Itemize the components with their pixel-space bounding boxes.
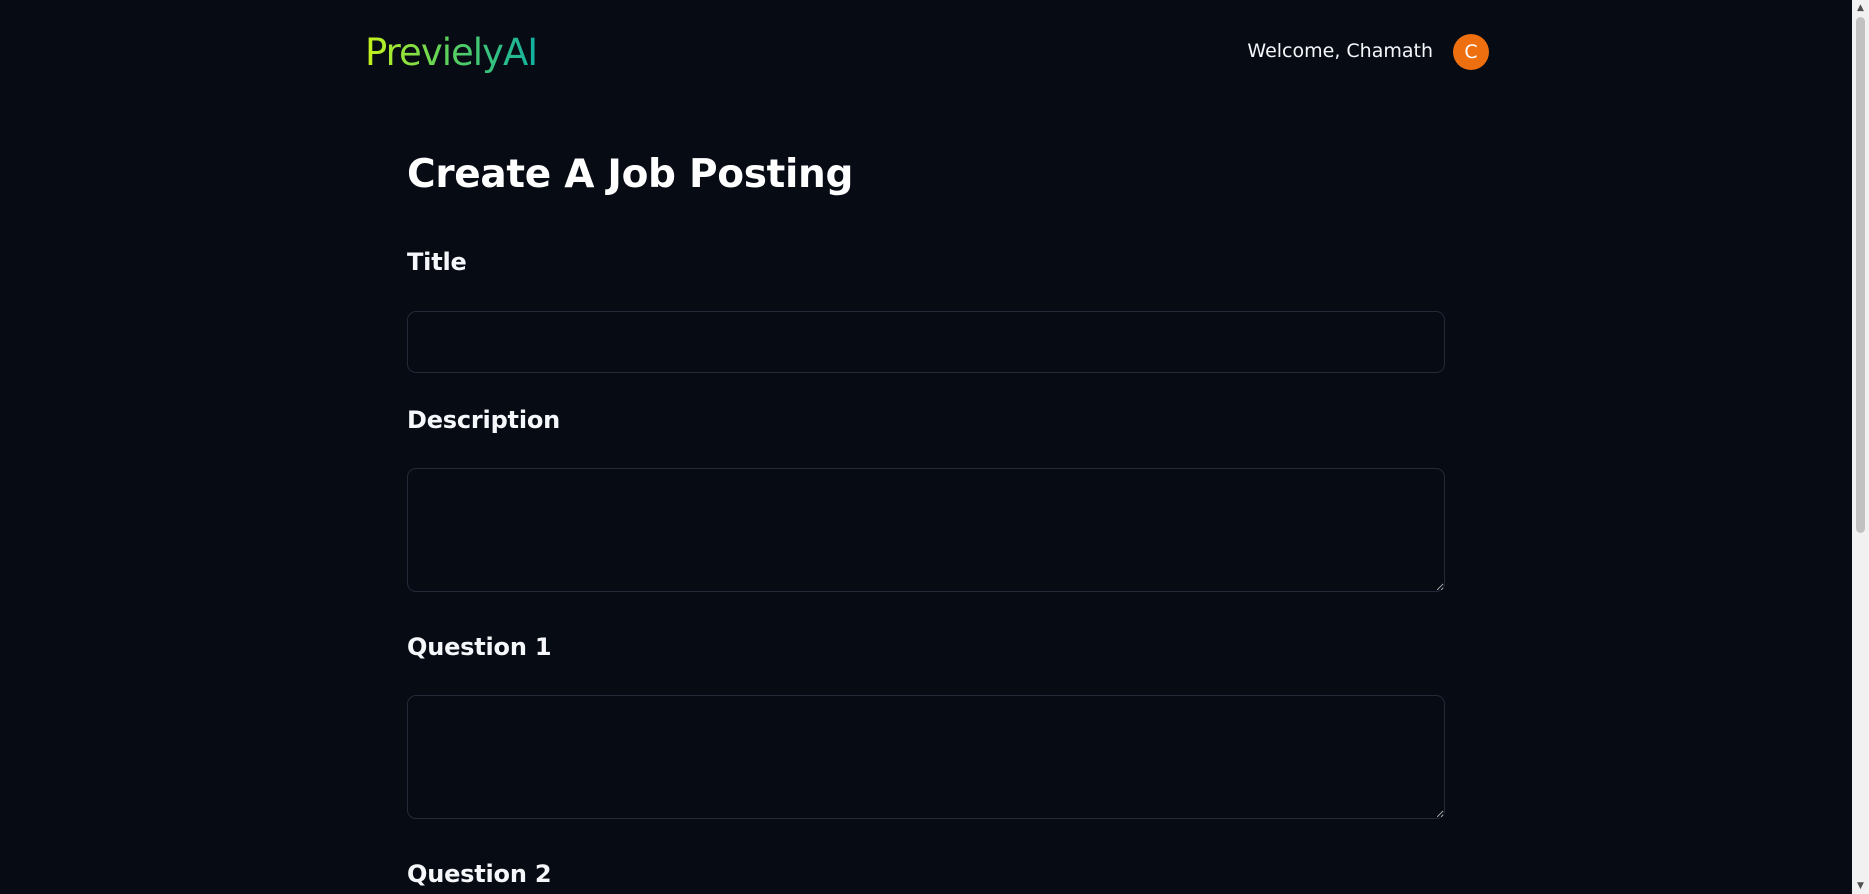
question-1-label: Question 1: [407, 633, 552, 661]
scroll-down-icon[interactable]: ▼: [1852, 878, 1869, 894]
title-input[interactable]: [407, 311, 1445, 373]
question-2-label: Question 2: [407, 860, 552, 888]
scroll-up-icon[interactable]: ▲: [1852, 0, 1869, 16]
top-header: PrevielyAI Welcome, Chamath C: [365, 28, 1489, 80]
welcome-message: Welcome, Chamath: [1247, 40, 1433, 62]
description-textarea[interactable]: [407, 468, 1445, 592]
app-window: PrevielyAI Welcome, Chamath C Create A J…: [0, 0, 1869, 894]
brand-logo[interactable]: PrevielyAI: [365, 30, 538, 76]
question-1-textarea[interactable]: [407, 695, 1445, 819]
user-avatar[interactable]: C: [1453, 34, 1489, 70]
title-label: Title: [407, 248, 467, 276]
description-label: Description: [407, 406, 561, 434]
vertical-scrollbar[interactable]: ▲ ▼: [1852, 0, 1869, 894]
scroll-thumb[interactable]: [1856, 17, 1865, 533]
job-posting-form: Create A Job Posting Title Description Q…: [407, 150, 1445, 888]
page-title: Create A Job Posting: [407, 152, 854, 197]
